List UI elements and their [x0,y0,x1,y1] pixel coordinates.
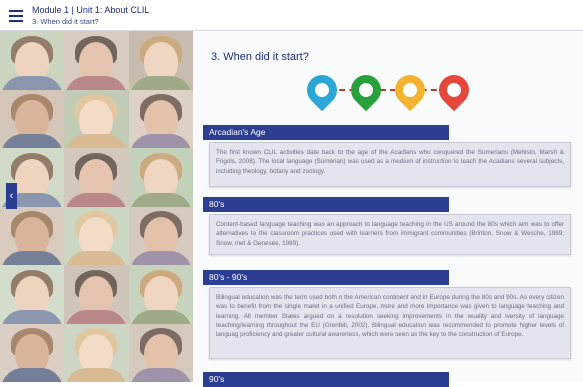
top-bar: Module 1 | Unit 1: About CLIL 3. When di… [0,0,583,31]
portrait-photo [64,323,129,382]
map-pin-icon[interactable] [344,68,388,112]
section-heading-80s: 80's [203,197,449,212]
timeline-connector [329,89,447,91]
breadcrumb-module: Module 1 | Unit 1: About CLIL [32,5,150,15]
portrait-shoulders [65,75,128,90]
section-heading-arcadians-age: Arcadian's Age [203,125,449,140]
portrait-photo [0,206,65,265]
portrait-shoulders [129,368,192,382]
map-pin-icon[interactable] [300,68,344,112]
portrait-photo [128,265,193,324]
portrait-shoulders [129,309,192,324]
portrait-photo [128,206,193,265]
main-content: 3. When did it start? Arcadian's Age The… [193,31,583,387]
portrait-shoulders [1,75,64,90]
portrait-shoulders [65,192,128,207]
collapse-panel-button[interactable]: ‹ [6,183,17,209]
portrait-photo [64,31,129,90]
portrait-shoulders [1,251,64,265]
portrait-photo [0,89,65,148]
section-text-80s-90s: Bilingual education was the term used bo… [209,287,571,359]
section-text-arcadians-age: The first known CLIL activities date bac… [209,142,571,187]
portrait-shoulders [129,192,192,207]
portrait-photo [128,148,193,207]
hamburger-menu-icon[interactable] [9,10,23,22]
map-pin-icon[interactable] [432,68,476,112]
portrait-shoulders [129,134,192,148]
timeline-pins [300,68,476,117]
section-text-80s: Content-based language teaching was an a… [209,214,571,255]
portrait-shoulders [65,309,128,324]
portrait-shoulders [1,368,64,382]
page-title: 3. When did it start? [211,51,309,63]
section-heading-90s: 90's [203,372,449,387]
portrait-collage [0,31,193,382]
portrait-photo [64,265,129,324]
portrait-shoulders [1,134,64,148]
breadcrumb-subtitle: 3. When did it start? [32,17,99,26]
portrait-photo [128,89,193,148]
map-pin-icon[interactable] [388,68,432,112]
portrait-shoulders [65,134,128,148]
portrait-shoulders [65,368,128,382]
portrait-photo [0,323,65,382]
portrait-photo [64,148,129,207]
portrait-photo [128,323,193,382]
chevron-left-icon: ‹ [9,190,14,202]
portrait-shoulders [1,309,64,324]
portrait-photo [0,31,65,90]
portrait-photo [64,206,129,265]
portrait-photo [128,31,193,90]
portrait-photo [64,89,129,148]
portrait-photo [0,265,65,324]
portrait-shoulders [65,251,128,265]
breadcrumb: Module 1 | Unit 1: About CLIL 3. When di… [32,5,149,27]
portrait-shoulders [129,75,192,90]
portrait-shoulders [129,251,192,265]
section-heading-80s-90s: 80's - 90's [203,270,449,285]
